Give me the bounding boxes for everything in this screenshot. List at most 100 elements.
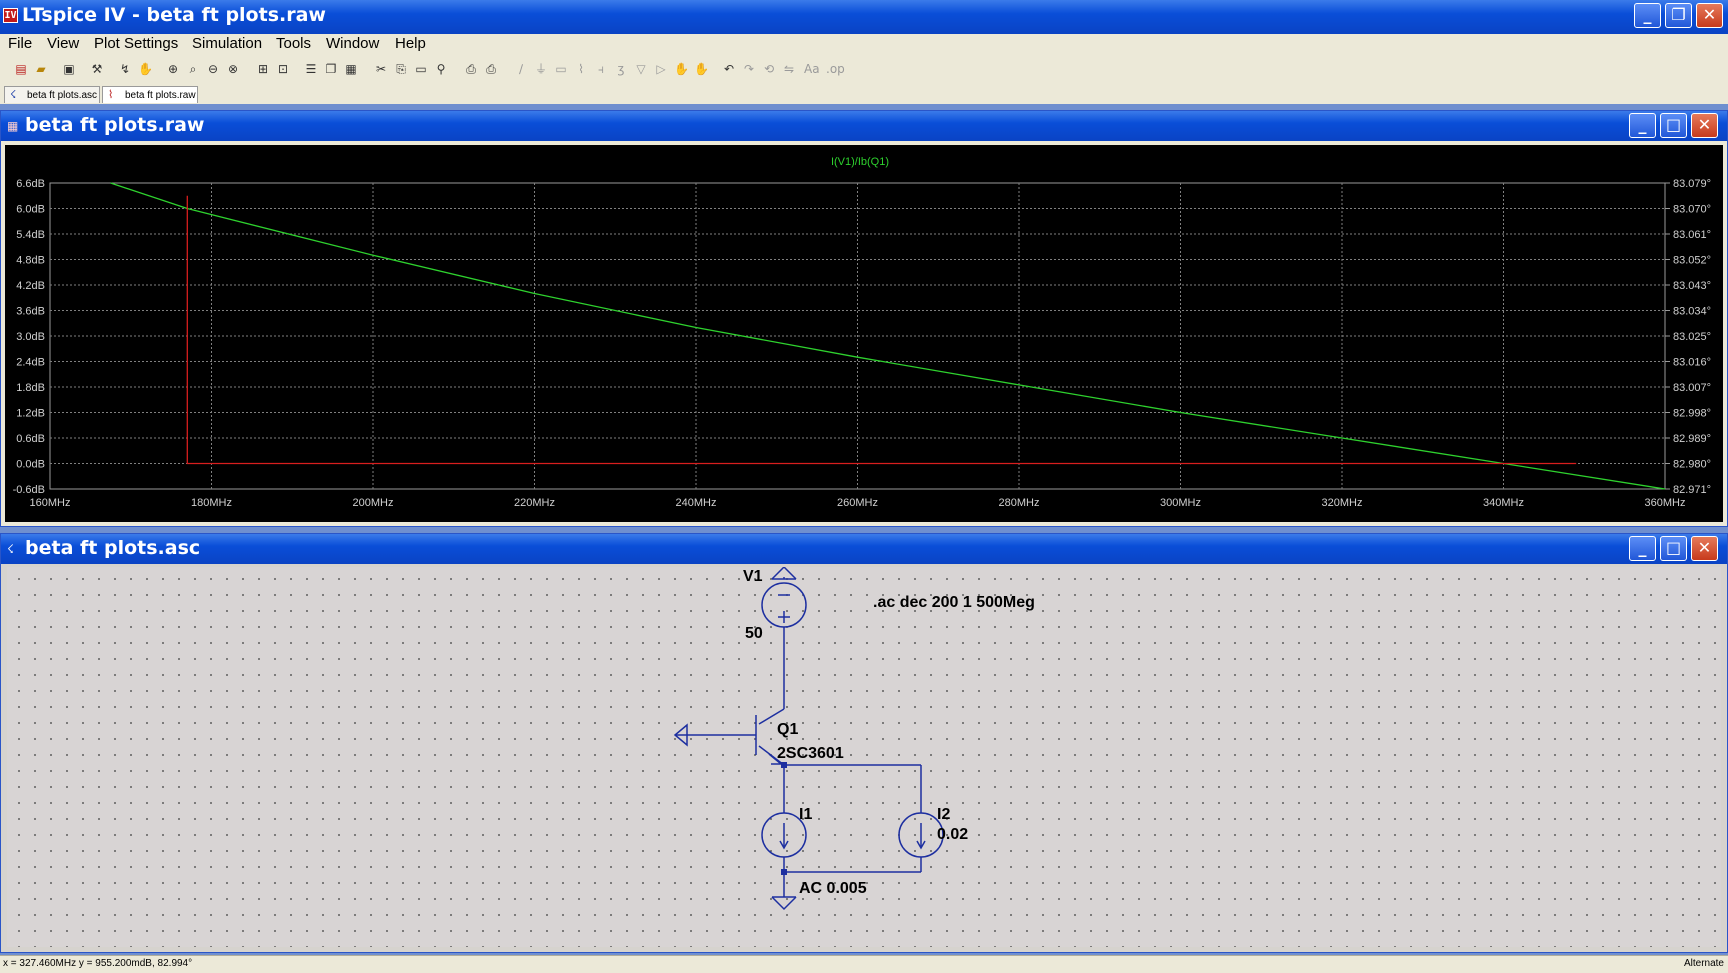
print-icon[interactable]: ⎙ [484, 62, 498, 76]
waveform-chart[interactable]: I(V1)/Ib(Q1) 160MHz 180MHz 200MHz 220MHz 240… [5, 145, 1723, 522]
cut-icon[interactable]: ✂ [374, 62, 388, 76]
close-button[interactable]: ✕ [1696, 3, 1723, 28]
autorange-icon[interactable]: ⊞ [256, 62, 270, 76]
schematic-window-title-bar: ☇ beta ft plots.asc _ □ ✕ [1, 534, 1727, 564]
restore-button[interactable]: ❐ [1665, 3, 1692, 28]
print-setup-icon[interactable]: ⎙ [464, 62, 478, 76]
y-left-tick-label: 0.6dB [16, 433, 45, 445]
i2-value-label[interactable]: 0.02 [937, 826, 968, 843]
menu-window[interactable]: Window [326, 35, 379, 52]
zoom-in-icon[interactable]: ⊕ [166, 62, 180, 76]
schematic-canvas[interactable]: V1 50 .ac dec 200 1 500Meg Q1 2SC3601 I1… [7, 565, 1721, 947]
schematic-minimize-button[interactable]: _ [1629, 536, 1656, 561]
q1-name-label[interactable]: Q1 [777, 721, 798, 738]
spice-directive[interactable]: .ac dec 200 1 500Meg [873, 594, 1035, 611]
i1-name-label[interactable]: I1 [799, 806, 812, 823]
schematic-window-title: beta ft plots.asc [25, 537, 201, 559]
y-right-tick-label: 83.043° [1673, 280, 1711, 292]
schematic-close-button[interactable]: ✕ [1691, 536, 1718, 561]
app-title-bar: IV LTspice IV - beta ft plots.raw _ ❐ ✕ [0, 0, 1728, 34]
save-icon[interactable]: ▣ [62, 62, 76, 76]
x-tick-label: 340MHz [1483, 497, 1524, 509]
redo-icon[interactable]: ↷ [742, 62, 756, 76]
fft-icon[interactable]: ⊡ [276, 62, 290, 76]
plot-window-title-bar: ▦ beta ft plots.raw _ □ ✕ [1, 111, 1727, 141]
tab-beta-ft-plots-asc[interactable]: ☇ beta ft plots.asc [4, 86, 100, 103]
junction-dot [781, 762, 787, 768]
diode-icon[interactable]: ▽ [634, 62, 648, 76]
y-left-tick-label: 3.6dB [16, 306, 45, 318]
zoom-fit-icon[interactable]: ⊗ [226, 62, 240, 76]
schematic-window: ☇ beta ft plots.asc _ □ ✕ V1 50 .ac dec … [0, 533, 1728, 953]
menu-help[interactable]: Help [395, 35, 426, 52]
tile-horizontal-icon[interactable]: ☰ [304, 62, 318, 76]
inductor-icon[interactable]: ʒ [614, 62, 628, 76]
y-right-tick-label: 83.007° [1673, 382, 1711, 394]
plot-close-button[interactable]: ✕ [1691, 113, 1718, 138]
y-left-tick-label: 3.0dB [16, 331, 45, 343]
capacitor-icon[interactable]: ⫞ [594, 62, 608, 76]
ground-icon[interactable]: ⏚ [534, 62, 548, 76]
ltspice-app-icon[interactable]: IV [3, 8, 18, 23]
plot-minimize-button[interactable]: _ [1629, 113, 1656, 138]
schematic-drawing[interactable]: V1 50 .ac dec 200 1 500Meg Q1 2SC3601 I1… [7, 565, 1721, 947]
schematic-maximize-button[interactable]: □ [1660, 536, 1687, 561]
drag-icon[interactable]: ✋ [694, 62, 709, 76]
q1-model-label[interactable]: 2SC3601 [777, 745, 844, 762]
tab-beta-ft-plots-raw[interactable]: ⌇ beta ft plots.raw [102, 86, 198, 103]
run-icon[interactable]: ↯ [118, 62, 132, 76]
menu-view[interactable]: View [47, 35, 79, 52]
y-right-tick-label: 83.034° [1673, 306, 1711, 318]
open-icon[interactable]: ▰ [34, 62, 48, 76]
mirror-icon[interactable]: ⇋ [782, 62, 796, 76]
menu-bar: File View Plot Settings Simulation Tools… [0, 34, 1728, 55]
copy-icon[interactable]: ⎘ [394, 62, 408, 76]
cascade-icon[interactable]: ❐ [324, 62, 338, 76]
ground-arrow [771, 896, 797, 911]
new-schematic-icon[interactable]: ▤ [14, 62, 28, 76]
component-icon[interactable]: ▷ [654, 62, 668, 76]
halt-icon[interactable]: ✋ [138, 62, 153, 76]
resistor-icon[interactable]: ⌇ [574, 62, 588, 76]
rotate-icon[interactable]: ⟲ [762, 62, 776, 76]
junction-dot [781, 869, 787, 875]
app-title: LTspice IV - beta ft plots.raw [22, 4, 326, 26]
text-icon[interactable]: Aa [804, 62, 820, 76]
y-right-tick-label: 83.061° [1673, 229, 1711, 241]
control-panel-icon[interactable]: ⚒ [90, 62, 104, 76]
series-line-step [186, 195, 1577, 465]
menu-tools[interactable]: Tools [276, 35, 311, 52]
plot-maximize-button[interactable]: □ [1660, 113, 1687, 138]
wire-icon[interactable]: ∕ [514, 62, 528, 76]
v1-value-label[interactable]: 50 [745, 625, 763, 642]
waveform-icon: ⌇ [108, 89, 114, 101]
paste-icon[interactable]: ▭ [414, 62, 428, 76]
y-right-tick-label: 83.025° [1673, 331, 1711, 343]
undo-icon[interactable]: ↶ [722, 62, 736, 76]
menu-simulation[interactable]: Simulation [192, 35, 262, 52]
tile-vertical-icon[interactable]: ▦ [344, 62, 358, 76]
label-icon[interactable]: ▭ [554, 62, 568, 76]
menu-file[interactable]: File [8, 35, 32, 52]
y-left-tick-label: 1.8dB [16, 382, 45, 394]
y-right-tick-label: 83.052° [1673, 255, 1711, 267]
zoom-pan-icon[interactable]: ⌕ [186, 62, 200, 76]
y-right-tick-label: 83.070° [1673, 204, 1711, 216]
i1-value-label[interactable]: AC 0.005 [799, 880, 867, 897]
trace-label[interactable]: I(V1)/Ib(Q1) [831, 156, 889, 168]
move-icon[interactable]: ✋ [674, 62, 689, 76]
zoom-out-icon[interactable]: ⊖ [206, 62, 220, 76]
v1-name-label[interactable]: V1 [743, 568, 763, 585]
x-tick-label: 200MHz [353, 497, 394, 509]
minimize-button[interactable]: _ [1634, 3, 1661, 28]
y-right-tick-label: 82.989° [1673, 433, 1711, 445]
find-icon[interactable]: ⚲ [434, 62, 448, 76]
y-right-tick-label: 83.079° [1673, 178, 1711, 190]
menu-plot-settings[interactable]: Plot Settings [94, 35, 178, 52]
spice-directive-icon[interactable]: .op [826, 62, 845, 76]
plot-pane[interactable]: I(V1)/Ib(Q1) 160MHz 180MHz 200MHz 220MHz 240… [5, 145, 1723, 522]
i2-name-label[interactable]: I2 [937, 806, 950, 823]
plot-window: ▦ beta ft plots.raw _ □ ✕ I(V1)/Ib(Q1) 1… [0, 110, 1728, 527]
tab-label: beta ft plots.asc [27, 90, 98, 101]
y-left-tick-label: 0.0dB [16, 459, 45, 471]
